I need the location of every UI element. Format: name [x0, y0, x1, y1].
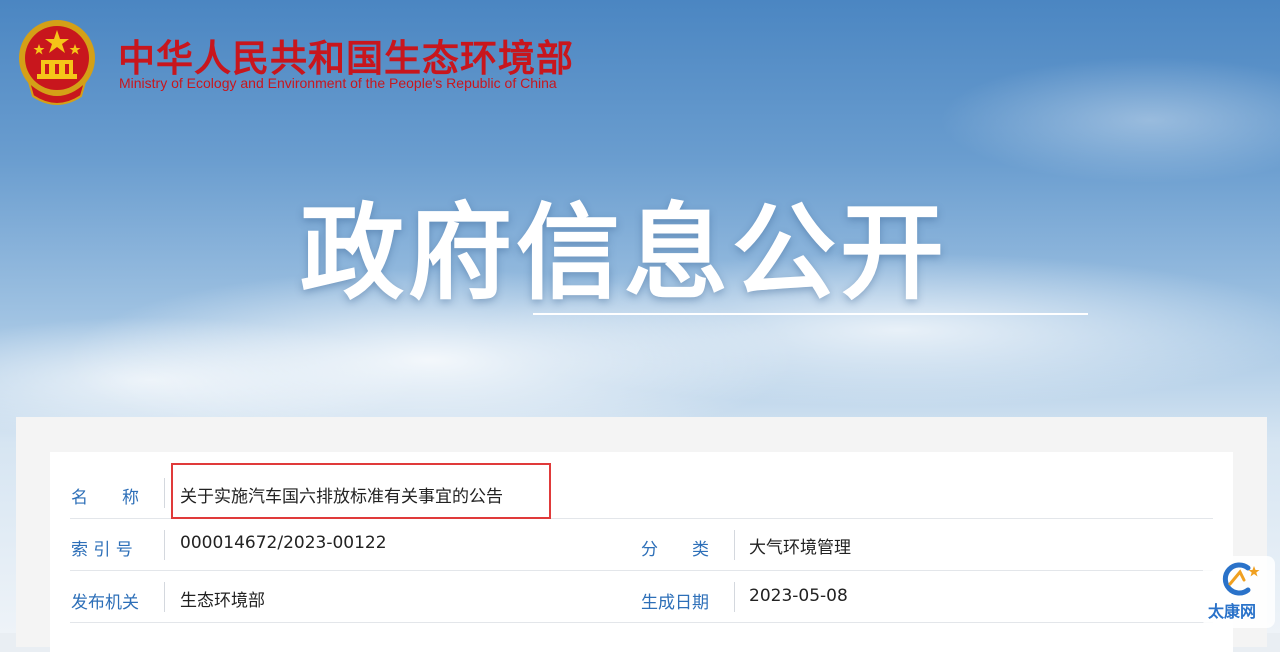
category-value: 大气环境管理	[749, 538, 851, 558]
date-label: 生成日期	[641, 593, 709, 613]
hero-divider	[533, 313, 1088, 315]
site-title-en[interactable]: Ministry of Ecology and Environment of t…	[119, 75, 557, 91]
row-separator	[164, 478, 165, 508]
site-title-cn[interactable]: 中华人民共和国生态环境部	[118, 28, 574, 82]
row-separator	[164, 582, 165, 612]
hero-title: 政府信息公开	[300, 192, 949, 314]
watermark-text: 太康网	[1208, 602, 1257, 621]
category-label: 分 类	[641, 540, 709, 560]
row-separator	[164, 530, 165, 560]
issuer-label: 发布机关	[71, 593, 139, 613]
name-label: 名 称	[71, 488, 139, 508]
row-separator	[734, 582, 735, 612]
index-value: 000014672/2023-00122	[180, 533, 387, 553]
national-emblem-icon	[19, 20, 95, 105]
issuer-value: 生态环境部	[180, 591, 265, 611]
index-label: 索 引 号	[71, 540, 133, 560]
date-value: 2023-05-08	[749, 586, 848, 606]
highlight-box	[171, 463, 551, 519]
row-separator	[734, 530, 735, 560]
taikang-logo-icon	[1222, 562, 1260, 596]
